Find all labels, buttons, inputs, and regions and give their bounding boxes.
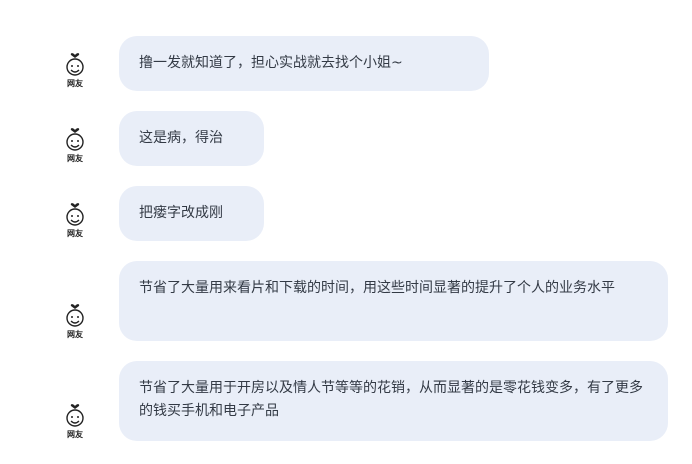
avatar-label: 网友 bbox=[67, 78, 83, 88]
message-row: 网友 撸一发就知道了，担心实战就去找个小姐~ bbox=[0, 36, 692, 91]
avatar-label: 网友 bbox=[67, 329, 83, 339]
avatar[interactable]: 网友 bbox=[60, 301, 90, 341]
avatar[interactable]: 网友 bbox=[60, 50, 90, 90]
avatar-face-icon: 网友 bbox=[66, 404, 84, 439]
message-bubble: 节省了大量用于开房以及情人节等等的花销，从而显著的是零花钱变多，有了更多的钱买手… bbox=[119, 361, 668, 441]
message-text: 节省了大量用来看片和下载的时间，用这些时间显著的提升了个人的业务水平 bbox=[139, 280, 615, 296]
avatar[interactable]: 网友 bbox=[60, 200, 90, 240]
message-row: 网友 节省了大量用于开房以及情人节等等的花销，从而显著的是零花钱变多，有了更多的… bbox=[0, 361, 692, 441]
message-bubble: 把瘘字改成刚 bbox=[119, 186, 264, 241]
avatar-label: 网友 bbox=[67, 429, 83, 439]
message-bubble: 节省了大量用来看片和下载的时间，用这些时间显著的提升了个人的业务水平 bbox=[119, 261, 668, 341]
message-text: 把瘘字改成刚 bbox=[139, 205, 223, 221]
message-text: 节省了大量用于开房以及情人节等等的花销，从而显著的是零花钱变多，有了更多的钱买手… bbox=[139, 380, 643, 419]
avatar[interactable]: 网友 bbox=[60, 401, 90, 441]
message-bubble: 这是病，得治 bbox=[119, 111, 264, 166]
avatar-face-icon: 网友 bbox=[66, 128, 84, 163]
chat-thread: 网友 撸一发就知道了，担心实战就去找个小姐~ 网友 这是病，得治 网友 把瘘字改… bbox=[0, 0, 692, 464]
message-bubble: 撸一发就知道了，担心实战就去找个小姐~ bbox=[119, 36, 489, 91]
message-text: 这是病，得治 bbox=[139, 130, 223, 146]
avatar[interactable]: 网友 bbox=[60, 125, 90, 165]
message-row: 网友 把瘘字改成刚 bbox=[0, 186, 692, 241]
avatar-label: 网友 bbox=[67, 228, 83, 238]
avatar-face-icon: 网友 bbox=[66, 304, 84, 339]
avatar-face-icon: 网友 bbox=[66, 53, 84, 88]
message-text: 撸一发就知道了，担心实战就去找个小姐~ bbox=[139, 55, 403, 71]
avatar-label: 网友 bbox=[67, 153, 83, 163]
message-row: 网友 这是病，得治 bbox=[0, 111, 692, 166]
message-row: 网友 节省了大量用来看片和下载的时间，用这些时间显著的提升了个人的业务水平 bbox=[0, 261, 692, 341]
avatar-face-icon: 网友 bbox=[66, 203, 84, 238]
